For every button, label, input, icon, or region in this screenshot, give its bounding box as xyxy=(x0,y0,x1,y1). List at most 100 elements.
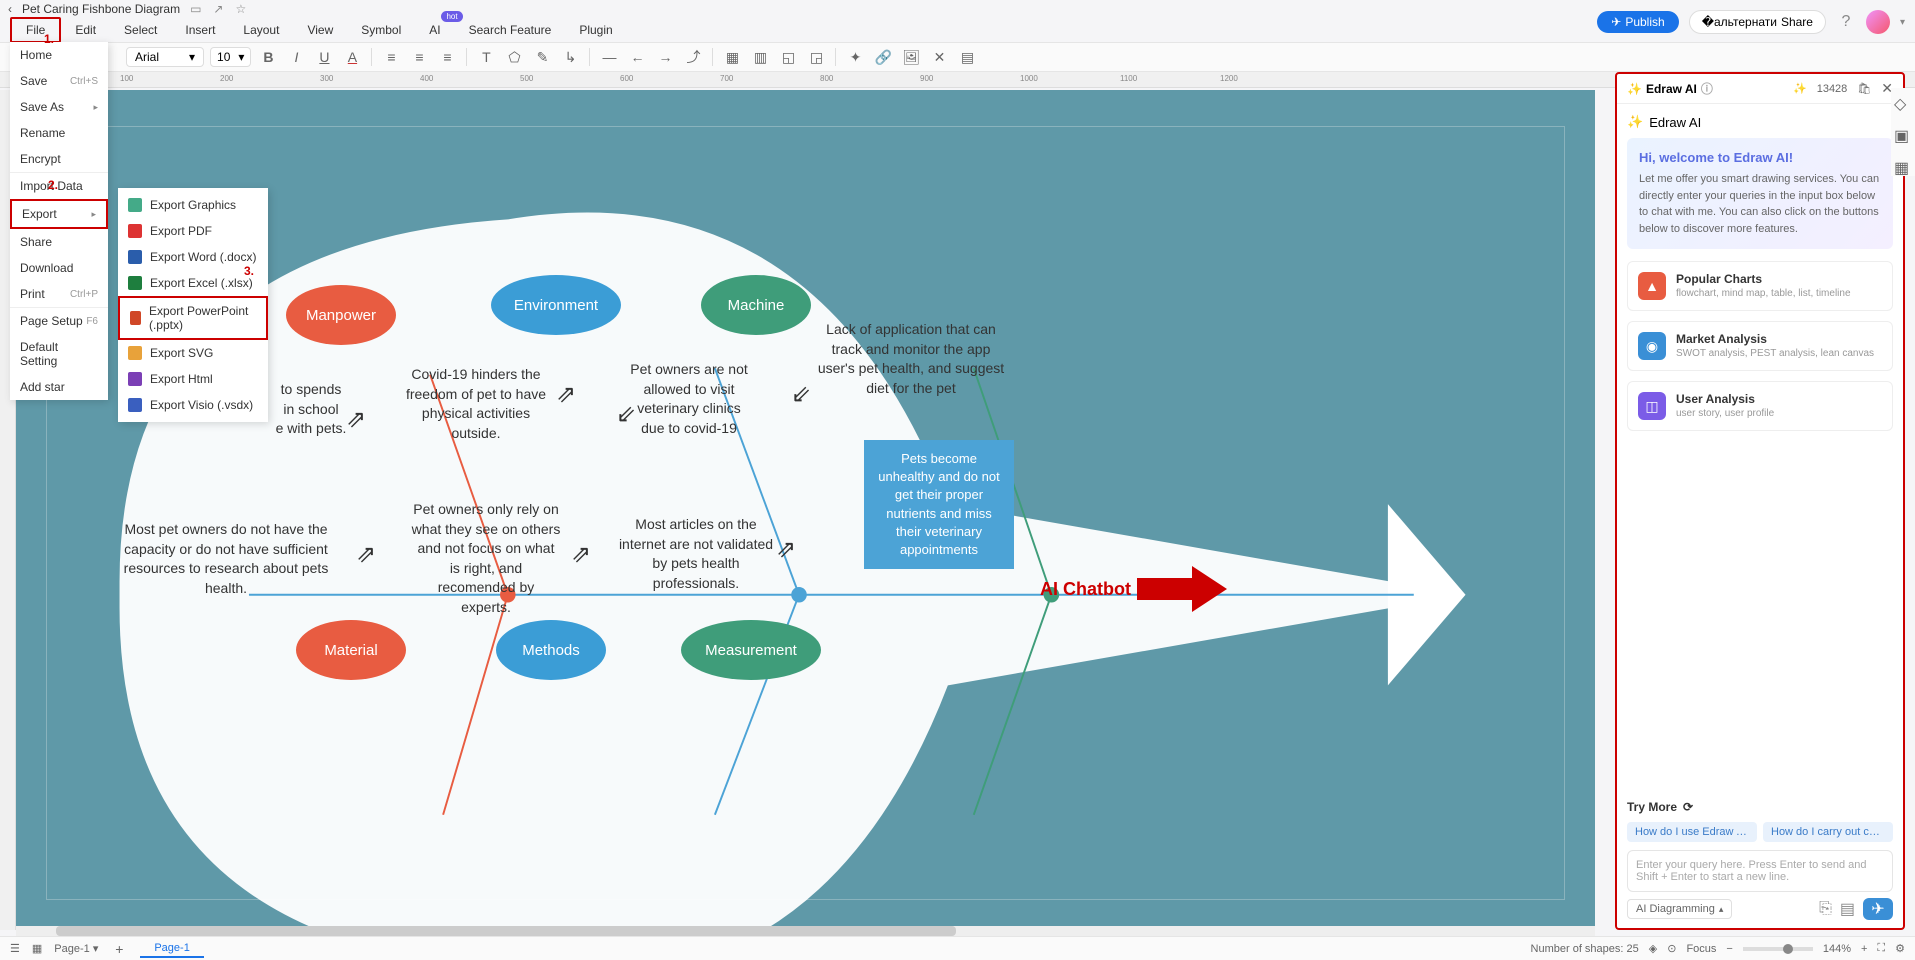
text-manpower-cause[interactable]: to spends in school e with pets. xyxy=(266,380,356,439)
export-html[interactable]: Export Html xyxy=(118,366,268,392)
line-style-icon[interactable]: — xyxy=(598,46,620,68)
italic-icon[interactable]: I xyxy=(285,46,307,68)
focus-icon[interactable]: ⊙ xyxy=(1667,942,1676,955)
menu-item-print[interactable]: PrintCtrl+P xyxy=(10,281,108,307)
menu-plugin[interactable]: Plugin xyxy=(565,19,626,41)
node-methods[interactable]: Methods xyxy=(496,620,606,680)
bring-front-icon[interactable]: ◱ xyxy=(777,46,799,68)
grid-icon[interactable]: ▦ xyxy=(1894,158,1912,176)
menu-item-share[interactable]: Share xyxy=(10,229,108,255)
menu-insert[interactable]: Insert xyxy=(171,19,229,41)
export-svg[interactable]: Export SVG xyxy=(118,340,268,366)
text-methods-cause[interactable]: Pet owners only rely on what they see on… xyxy=(411,500,561,618)
font-select[interactable]: Arial▾ xyxy=(126,47,204,67)
effects-icon[interactable]: ✦ xyxy=(844,46,866,68)
back-icon[interactable]: ‹ xyxy=(8,2,12,16)
menu-search[interactable]: Search Feature xyxy=(455,19,566,41)
page-selector[interactable]: Page-1 ▾ xyxy=(54,942,98,955)
share-button[interactable]: �альтернати Share xyxy=(1689,10,1826,34)
menu-item-rename[interactable]: Rename xyxy=(10,120,108,146)
outline-icon[interactable]: ☰ xyxy=(10,942,20,955)
send-back-icon[interactable]: ◲ xyxy=(805,46,827,68)
menu-item-saveas[interactable]: Save As▸ xyxy=(10,94,108,120)
node-environment[interactable]: Environment xyxy=(491,275,621,335)
result-box[interactable]: Pets become unhealthy and do not get the… xyxy=(864,440,1014,569)
shape-tool-icon[interactable]: ⬠ xyxy=(503,46,525,68)
connector-icon[interactable]: ↳ xyxy=(559,46,581,68)
export-visio[interactable]: Export Visio (.vsdx) xyxy=(118,392,268,418)
layers-status-icon[interactable]: ◈ xyxy=(1649,942,1657,955)
template-icon[interactable]: ▤ xyxy=(1840,899,1855,919)
star-icon[interactable]: ☆ xyxy=(235,2,246,16)
bold-icon[interactable]: B xyxy=(257,46,279,68)
arrow-end-icon[interactable]: → xyxy=(654,46,676,68)
data-icon[interactable]: ▤ xyxy=(956,46,978,68)
node-measurement[interactable]: Measurement xyxy=(681,620,821,680)
menu-select[interactable]: Select xyxy=(110,19,171,41)
text-machine-cause-1[interactable]: Pet owners are not allowed to visit vete… xyxy=(624,360,754,438)
card-user-analysis[interactable]: ◫ User Analysis user story, user profile xyxy=(1627,381,1893,431)
ai-mode-select[interactable]: AI Diagramming▴ xyxy=(1627,899,1732,919)
open-external-icon[interactable]: ↗ xyxy=(213,2,223,16)
align-left-icon[interactable]: ≡ xyxy=(380,46,402,68)
layers-icon[interactable]: ▣ xyxy=(1894,126,1912,144)
attach-icon[interactable]: ⎘ xyxy=(1819,900,1832,918)
align-vertical-icon[interactable]: ≡ xyxy=(436,46,458,68)
tools-icon[interactable]: ✕ xyxy=(928,46,950,68)
settings-icon[interactable]: ⚙ xyxy=(1895,942,1905,955)
node-material[interactable]: Material xyxy=(296,620,406,680)
add-page-button[interactable]: + xyxy=(110,940,128,958)
menu-item-default[interactable]: Default Setting xyxy=(10,334,108,374)
page-tab[interactable]: Page-1 xyxy=(140,940,203,958)
fullscreen-icon[interactable]: ⛶ xyxy=(1877,942,1885,955)
ungroup-icon[interactable]: ▥ xyxy=(749,46,771,68)
menu-item-encrypt[interactable]: Encrypt xyxy=(10,146,108,172)
text-machine-cause-2[interactable]: Lack of application that can track and m… xyxy=(816,320,1006,398)
card-popular-charts[interactable]: ▲ Popular Charts flowchart, mind map, ta… xyxy=(1627,261,1893,311)
menu-ai[interactable]: AI hot xyxy=(415,19,454,41)
pencil-icon[interactable]: ✎ xyxy=(531,46,553,68)
menu-item-save[interactable]: SaveCtrl+S xyxy=(10,68,108,94)
help-icon[interactable]: ? xyxy=(1836,12,1856,32)
arrow-start-icon[interactable]: ← xyxy=(626,46,648,68)
text-measurement-cause[interactable]: Most articles on the internet are not va… xyxy=(616,515,776,593)
info-icon[interactable]: ⓘ xyxy=(1701,80,1713,97)
export-pdf[interactable]: Export PDF xyxy=(118,218,268,244)
scrollbar-thumb[interactable] xyxy=(56,926,956,936)
menu-view[interactable]: View xyxy=(293,19,347,41)
menu-item-import[interactable]: Import Data xyxy=(10,172,108,199)
card-market-analysis[interactable]: ◉ Market Analysis SWOT analysis, PEST an… xyxy=(1627,321,1893,371)
text-environment-cause[interactable]: Covid-19 hinders the freedom of pet to h… xyxy=(396,365,556,443)
menu-item-addstar[interactable]: Add star xyxy=(10,374,108,400)
menu-item-home[interactable]: Home xyxy=(10,42,108,68)
window-icon[interactable]: ▭ xyxy=(190,2,201,16)
style-icon[interactable]: ◇ xyxy=(1894,94,1912,112)
menu-item-page-setup[interactable]: Page SetupF6 xyxy=(10,307,108,334)
node-manpower[interactable]: Manpower xyxy=(286,285,396,345)
underline-icon[interactable]: U xyxy=(313,46,335,68)
font-size-select[interactable]: 10▾ xyxy=(210,47,251,67)
menu-layout[interactable]: Layout xyxy=(229,19,293,41)
chip-2[interactable]: How do I carry out comp... xyxy=(1763,822,1893,842)
grid-view-icon[interactable]: ▦ xyxy=(32,942,42,955)
text-tool-icon[interactable]: T xyxy=(475,46,497,68)
group-icon[interactable]: ▦ xyxy=(721,46,743,68)
cart-icon[interactable]: 🛍 xyxy=(1857,82,1871,95)
text-material-cause[interactable]: Most pet owners do not have the capacity… xyxy=(121,520,331,598)
horizontal-scrollbar[interactable] xyxy=(16,926,1595,936)
align-center-icon[interactable]: ≡ xyxy=(408,46,430,68)
focus-label[interactable]: Focus xyxy=(1686,943,1716,955)
ai-input[interactable]: Enter your query here. Press Enter to se… xyxy=(1627,850,1893,892)
zoom-slider[interactable] xyxy=(1743,947,1813,951)
export-pptx[interactable]: Export PowerPoint (.pptx) xyxy=(118,296,268,340)
zoom-out-icon[interactable]: − xyxy=(1726,943,1732,955)
chip-1[interactable]: How do I use Edraw AI fo... xyxy=(1627,822,1757,842)
font-color-icon[interactable]: A xyxy=(341,46,363,68)
refresh-icon[interactable]: ⟳ xyxy=(1683,800,1693,814)
connector-type-icon[interactable]: ⤴ xyxy=(682,46,704,68)
zoom-in-icon[interactable]: + xyxy=(1861,943,1867,955)
chevron-down-icon[interactable]: ▾ xyxy=(1900,17,1905,28)
menu-edit[interactable]: Edit xyxy=(61,19,110,41)
link-icon[interactable]: 🔗 xyxy=(872,46,894,68)
send-button[interactable]: ✈ xyxy=(1863,898,1893,920)
